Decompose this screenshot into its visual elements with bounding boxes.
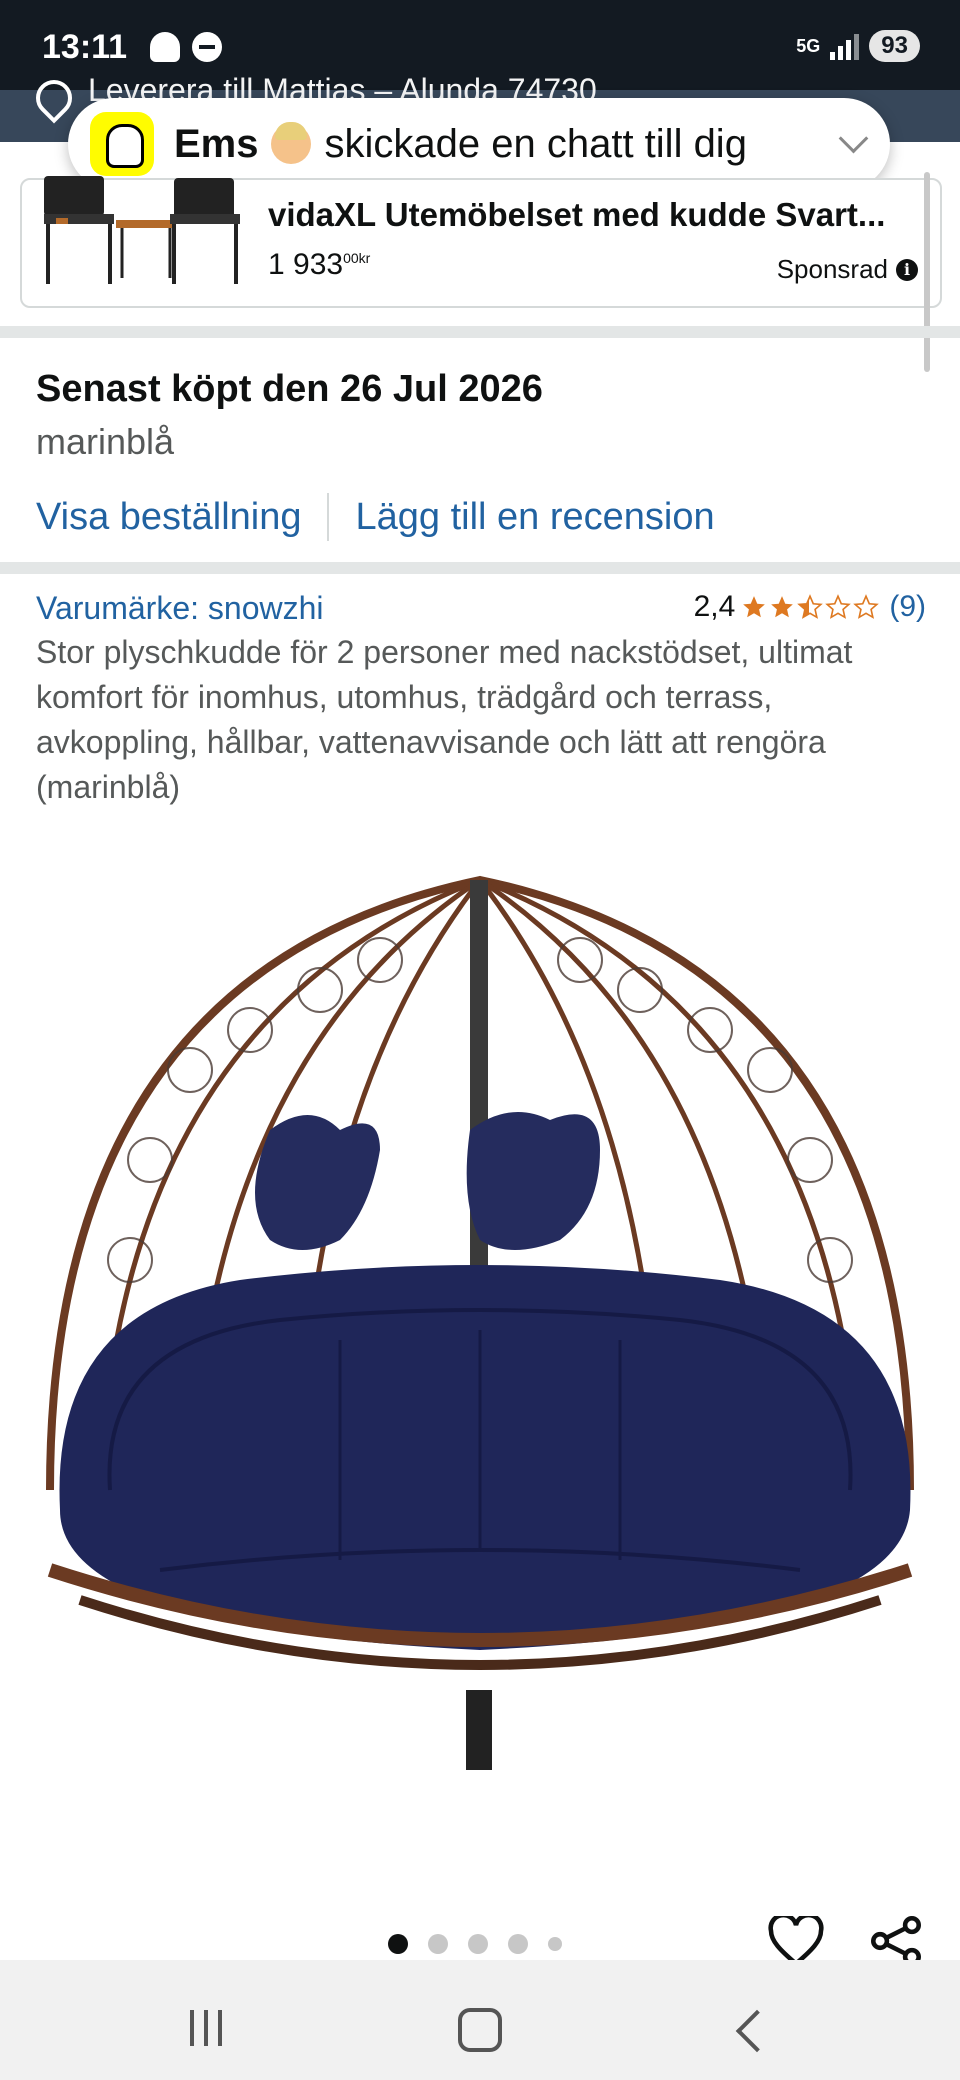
image-carousel-dots[interactable] bbox=[388, 1934, 562, 1954]
half-star-icon bbox=[797, 594, 824, 619]
snapchat-icon bbox=[90, 112, 154, 176]
order-variant: marinblå bbox=[36, 421, 175, 462]
rating-count[interactable]: (9) bbox=[889, 590, 926, 624]
star-icon bbox=[771, 596, 794, 618]
last-bought-date: Senast köpt den 26 Jul 2026 bbox=[36, 368, 543, 410]
rating-stars bbox=[741, 594, 880, 620]
network-type: 5G bbox=[796, 36, 821, 56]
sponsored-label[interactable]: Sponsrad i bbox=[777, 254, 918, 285]
battery-indicator: 93 bbox=[869, 30, 920, 62]
ad-title[interactable]: vidaXL Utemöbelset med kudde Svart... bbox=[268, 196, 885, 234]
chevron-down-icon[interactable] bbox=[838, 123, 869, 154]
notification-sender: Ems bbox=[174, 121, 259, 166]
signal-icon bbox=[830, 32, 860, 60]
carousel-dot[interactable] bbox=[388, 1934, 408, 1954]
ad-product-image bbox=[44, 176, 240, 284]
product-rating[interactable]: 2,4 (9) bbox=[694, 590, 926, 624]
link-separator bbox=[327, 493, 330, 541]
product-image[interactable] bbox=[40, 870, 920, 1800]
recent-apps-icon[interactable] bbox=[190, 2010, 222, 2046]
order-section: Senast köpt den 26 Jul 2026 marinblå Vis… bbox=[36, 368, 936, 541]
empty-star-icon bbox=[853, 594, 880, 619]
carousel-dot[interactable] bbox=[508, 1934, 528, 1954]
brand-link[interactable]: Varumärke: snowzhi bbox=[36, 590, 324, 627]
sponsored-ad[interactable]: vidaXL Utemöbelset med kudde Svart... 1 … bbox=[20, 176, 942, 308]
home-icon[interactable] bbox=[458, 2008, 502, 2052]
section-divider bbox=[0, 326, 960, 338]
carousel-dot[interactable] bbox=[428, 1934, 448, 1954]
star-icon bbox=[743, 596, 766, 618]
add-review-link[interactable]: Lägg till en recension bbox=[355, 496, 714, 539]
product-description[interactable]: Stor plyschkudde för 2 personer med nack… bbox=[36, 630, 936, 810]
person-emoji-icon bbox=[270, 122, 311, 164]
navigation-bar bbox=[0, 1960, 960, 2080]
scrollbar[interactable] bbox=[924, 172, 930, 372]
status-time: 13:11 bbox=[42, 28, 128, 66]
heart-icon[interactable] bbox=[768, 1916, 824, 1966]
carousel-dot[interactable] bbox=[468, 1934, 488, 1954]
info-icon[interactable]: i bbox=[896, 258, 918, 281]
section-divider bbox=[0, 562, 960, 574]
snapchat-status-icon bbox=[150, 32, 180, 62]
carousel-dot[interactable] bbox=[548, 1937, 562, 1951]
ad-price: 1 93300kr bbox=[268, 248, 371, 281]
rating-value: 2,4 bbox=[693, 590, 736, 623]
share-icon[interactable] bbox=[868, 1916, 924, 1966]
notification-message: skickade en chatt till dig bbox=[324, 121, 747, 166]
do-not-disturb-icon bbox=[192, 32, 222, 62]
brand-rating-row: Varumärke: snowzhi 2,4 (9) bbox=[36, 588, 926, 632]
back-icon[interactable] bbox=[735, 2009, 779, 2053]
empty-star-icon bbox=[825, 594, 852, 619]
view-order-link[interactable]: Visa beställning bbox=[36, 496, 301, 539]
